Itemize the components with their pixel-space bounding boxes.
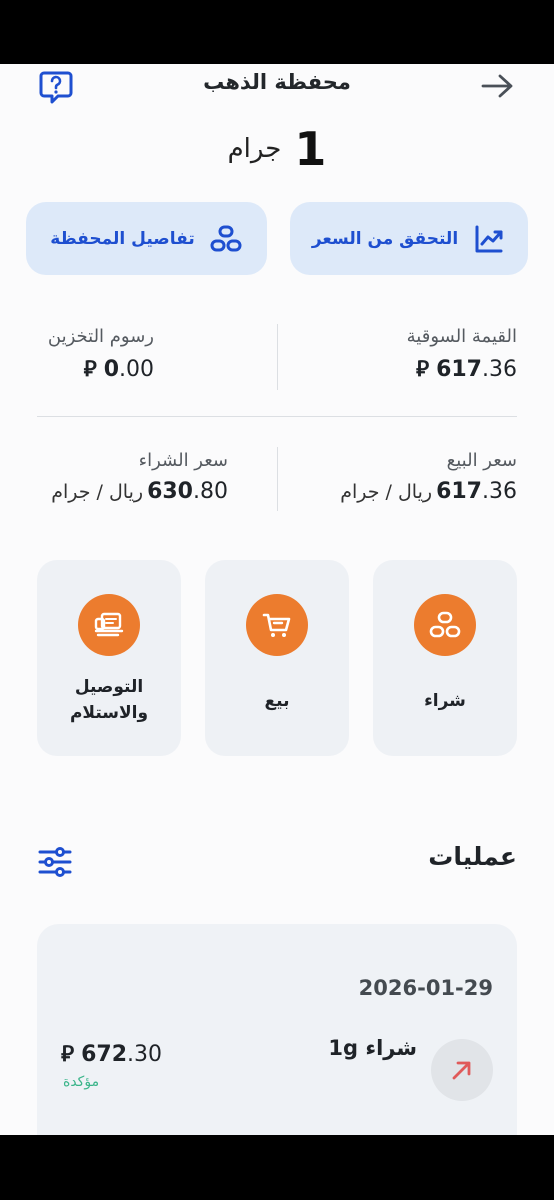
page-title: محفظة الذهب: [203, 70, 351, 94]
buy-price-int: 630: [147, 479, 193, 504]
buy-tile[interactable]: شراء: [373, 560, 517, 756]
riyal-icon: ⃁: [83, 357, 97, 382]
divider-vertical: [277, 324, 278, 390]
wallet-details-label: تفاصيل المحفظة: [50, 228, 195, 249]
buy-icon-circle: [414, 594, 476, 656]
transaction-amount: ⃁ 672.30: [61, 1040, 162, 1068]
market-value-label: القيمة السوقية: [406, 326, 517, 347]
wallet-details-button[interactable]: تفاصيل المحفظة: [26, 202, 267, 275]
transactions-title: عمليات: [428, 842, 517, 871]
delivery-label: التوصيل والاستلام: [37, 674, 181, 726]
transaction-title: شراء 1g: [328, 1036, 417, 1060]
balance-amount: 1: [294, 122, 327, 176]
storage-fees-amount: 0.00 ⃁: [48, 355, 154, 383]
delivery-icon-circle: [78, 594, 140, 656]
market-value: القيمة السوقية 617.36 ⃁: [407, 326, 517, 383]
sell-icon-circle: [246, 594, 308, 656]
riyal-icon: ⃁: [61, 1042, 75, 1067]
delivery-label-line1: التوصيل: [74, 677, 144, 697]
market-value-frac: .36: [482, 357, 517, 382]
market-value-int: 617: [436, 357, 482, 382]
delivery-truck-icon: [94, 612, 124, 637]
cart-icon: [262, 613, 291, 637]
gold-balance: 1 جرام: [0, 122, 554, 176]
sell-price: سعر البيع 617.36 ريال / جرام: [340, 450, 517, 504]
chart-trend-icon: [475, 225, 503, 252]
divider-horizontal: [37, 416, 517, 417]
sell-price-label: سعر البيع: [446, 450, 517, 471]
buy-label: شراء: [424, 691, 466, 711]
sell-price-amount: 617.36 ريال / جرام: [340, 479, 517, 504]
system-navigation-bar: [0, 1135, 554, 1200]
buy-price-label: سعر الشراء: [138, 450, 228, 471]
gold-bars-icon: [210, 225, 242, 251]
verify-price-label: التحقق من السعر: [311, 228, 459, 249]
delivery-tile[interactable]: التوصيل والاستلام: [37, 560, 181, 756]
buy-price-unit: ريال / جرام: [51, 481, 144, 503]
header: محفظة الذهب: [0, 64, 554, 108]
transaction-amount-frac: .30: [127, 1042, 163, 1067]
sell-price-int: 617: [436, 479, 482, 504]
arrow-right-icon[interactable]: [480, 72, 516, 100]
storage-fees-frac: .00: [119, 357, 154, 382]
transaction-card[interactable]: 2026-01-29 شراء 1g ⃁ 672.30 مؤكدة: [37, 924, 517, 1135]
market-value-amount: 617.36 ⃁: [407, 355, 517, 383]
transaction-amount-int: 672: [81, 1042, 128, 1067]
buy-price-amount: 630.80 ريال / جرام: [51, 479, 228, 504]
transaction-date: 2026-01-29: [358, 976, 493, 1000]
buy-price: سعر الشراء 630.80 ريال / جرام: [51, 450, 228, 504]
sell-tile[interactable]: بيع: [205, 560, 349, 756]
filter-sliders-icon[interactable]: [38, 847, 72, 877]
sell-label: بيع: [264, 691, 290, 711]
delivery-label-line2: والاستلام: [69, 703, 149, 723]
transaction-status: مؤكدة: [63, 1074, 100, 1090]
verify-price-button[interactable]: التحقق من السعر: [290, 202, 528, 275]
arrow-up-right-icon: [452, 1061, 471, 1080]
sell-price-frac: .36: [482, 479, 517, 504]
gold-bars-icon: [429, 611, 461, 638]
sell-price-unit: ريال / جرام: [340, 481, 433, 503]
storage-fees-int: 0: [103, 357, 119, 382]
storage-fees: رسوم التخزين 0.00 ⃁: [48, 326, 154, 383]
transaction-type-badge: [431, 1039, 493, 1101]
divider-vertical: [277, 447, 278, 511]
screen: محفظة الذهب 1 جرام التحقق من السعر تفاصي…: [0, 64, 554, 1135]
balance-unit: جرام: [227, 134, 282, 164]
riyal-icon: ⃁: [415, 357, 430, 382]
buy-price-frac: .80: [193, 479, 228, 504]
storage-fees-label: رسوم التخزين: [47, 326, 154, 347]
